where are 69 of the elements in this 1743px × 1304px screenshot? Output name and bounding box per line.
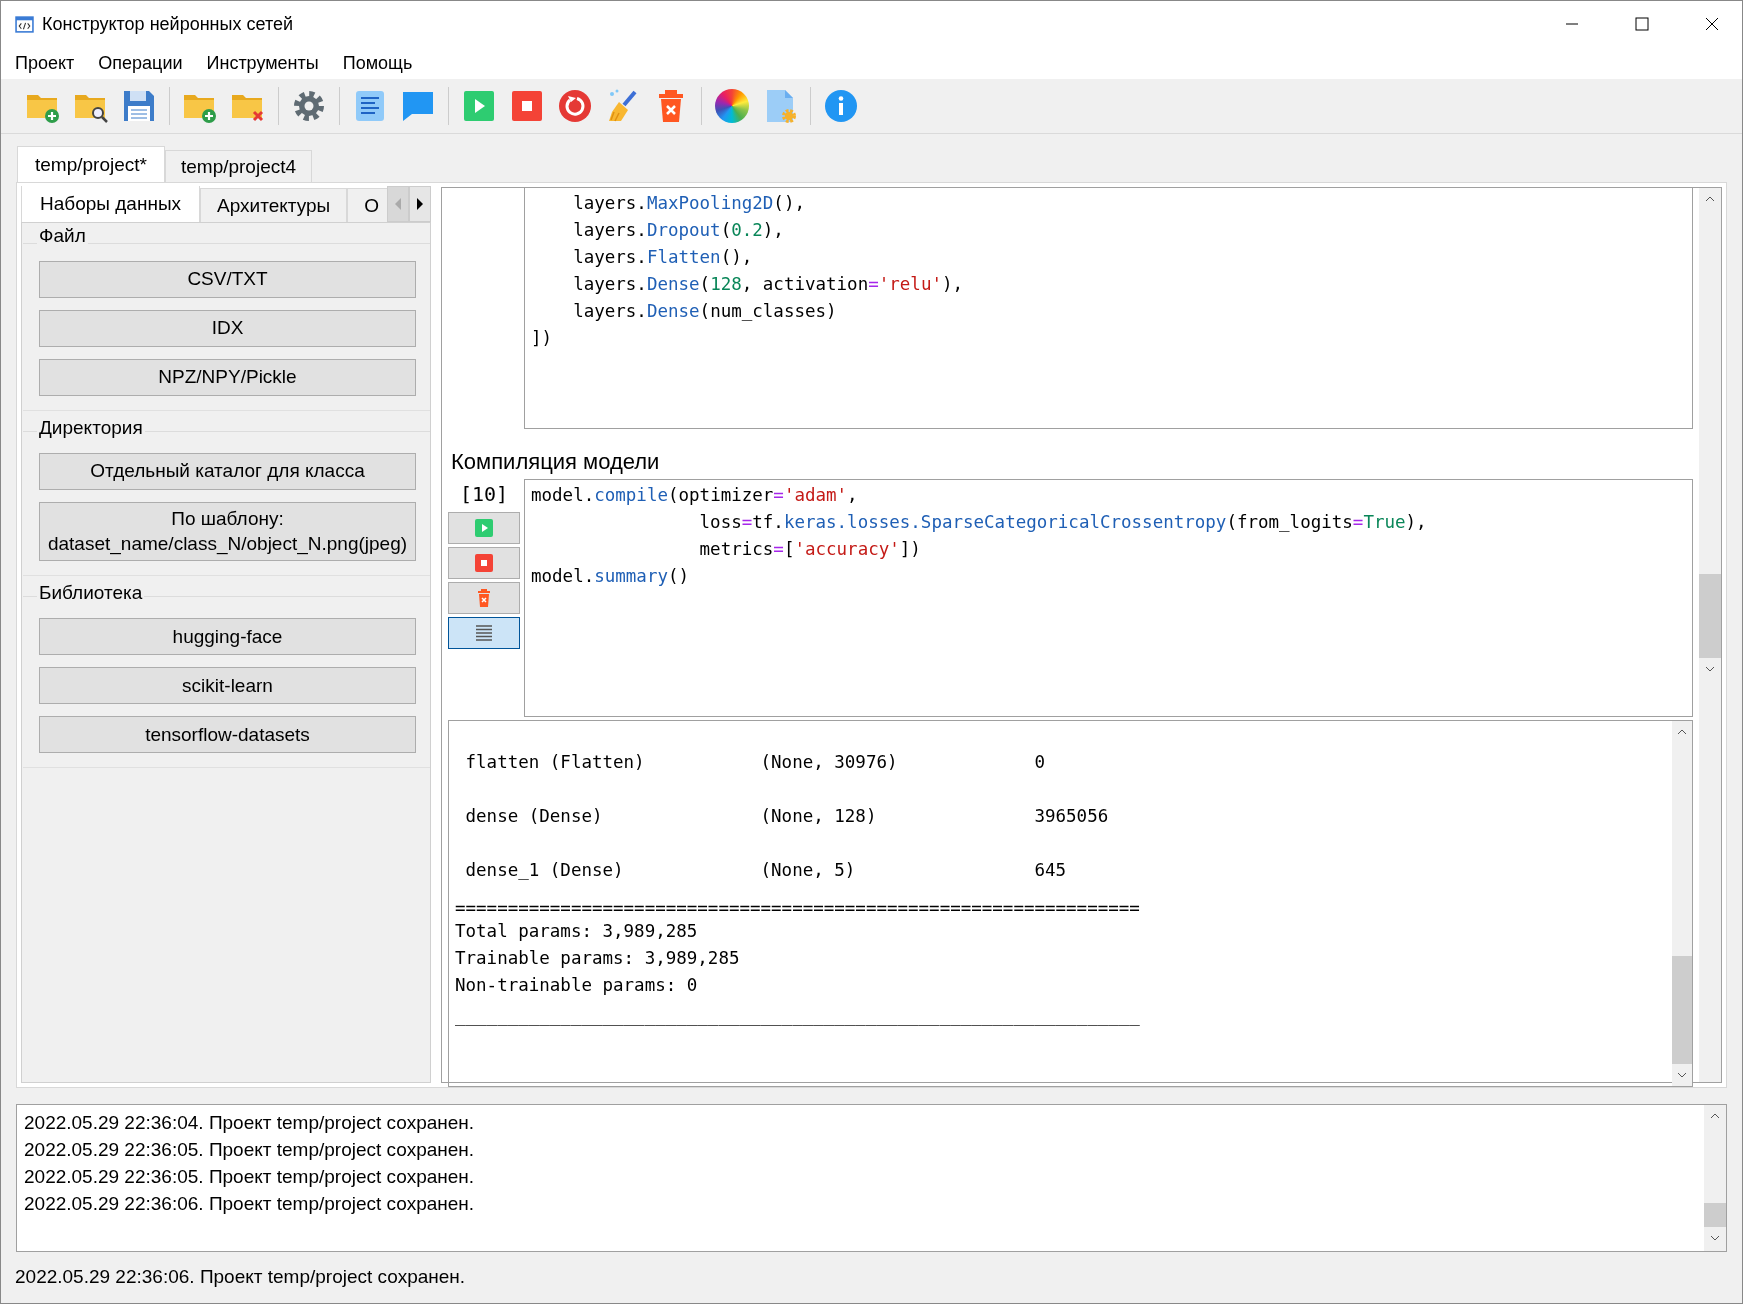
log-entry: 2022.05.29 22:36:04. Проект temp/project сохранен.: [24, 1111, 476, 1135]
sidebar-tab[interactable]: О: [347, 188, 387, 222]
color-wheel-icon: [715, 89, 749, 123]
summary-rule: _________________________________________________________________: [455, 1005, 1140, 1028]
summary-row-text: flatten (Flatten) (None, 30976) 0: [464, 751, 1045, 774]
log-entry: 2022.05.29 22:36:06. Проект temp/project сохранен.: [24, 1192, 476, 1216]
code-line: model.compile(optimizer='adam',: [531, 484, 858, 507]
summary-row-text: dense (Dense) (None, 128) 3965056: [464, 805, 1109, 828]
code-line: ]): [531, 327, 553, 350]
project-tab[interactable]: temp/project*: [17, 146, 165, 182]
code-line: layers.Flatten(),: [572, 246, 753, 269]
code-line: layers.MaxPooling2D(),: [572, 192, 805, 215]
settings-icon: [291, 88, 327, 124]
code-line: model.summary(): [531, 565, 690, 588]
window-title: Конструктор нейронных сетей: [42, 13, 293, 35]
group-title: Файл: [37, 225, 88, 247]
dataset-button[interactable]: hugging-face: [39, 618, 416, 656]
stop-cell-button[interactable]: [448, 547, 520, 579]
stop-icon: [509, 88, 545, 124]
lines-icon: [475, 624, 493, 642]
delete-cell-button[interactable]: [448, 582, 520, 614]
menu-item[interactable]: Помощь: [332, 49, 423, 77]
play-icon: [475, 519, 493, 537]
summary-total: Total params: 3,989,285: [455, 920, 698, 943]
scrollbar-thumb[interactable]: [1704, 1203, 1726, 1227]
scrollbar-thumb[interactable]: [1699, 574, 1721, 658]
summary-rule: =================================================================: [455, 898, 1140, 918]
scrollbar[interactable]: [1704, 1105, 1726, 1251]
trash-icon: [475, 589, 493, 607]
dataset-button[interactable]: tensorflow-datasets: [39, 716, 416, 754]
menu-item[interactable]: Операции: [88, 49, 193, 77]
summary-total: Trainable params: 3,989,285: [455, 947, 740, 970]
scrollbar[interactable]: [1672, 721, 1692, 1086]
app-icon: [15, 14, 34, 34]
run-cell-button[interactable]: [448, 512, 520, 544]
summary-total: Non-trainable params: 0: [455, 974, 698, 997]
sidebar-tab[interactable]: Наборы данных: [21, 186, 201, 222]
dataset-button[interactable]: Отдельный каталог для класса: [39, 453, 416, 490]
dataset-button[interactable]: scikit-learn: [39, 667, 416, 705]
menu-item[interactable]: Инструменты: [196, 49, 329, 77]
code-line: layers.Dropout(0.2),: [572, 219, 784, 242]
scrollbar-thumb[interactable]: [1672, 956, 1692, 1064]
output-toggle-button[interactable]: [448, 617, 520, 649]
sidebar-tab[interactable]: Архитектуры: [200, 188, 348, 222]
cell-heading: Компиляция модели: [450, 448, 661, 476]
code-line: layers.Dense(128, activation='relu'),: [572, 273, 964, 296]
maximize-icon[interactable]: [1634, 16, 1650, 32]
code-line: metrics=['accuracy']): [698, 538, 921, 561]
status-text: 2022.05.29 22:36:06. Проект temp/project сохранен.: [14, 1265, 467, 1288]
log-entry: 2022.05.29 22:36:05. Проект temp/project сохранен.: [24, 1165, 476, 1189]
stop-icon: [475, 554, 493, 572]
code-editor[interactable]: layers.MaxPooling2D(), layers.Dropout(0.2), layers.Flatten(), layers.Dense(128, activation='relu'), layers.Dense(num_classes) ]): [524, 188, 1693, 429]
code-line: layers.Dense(num_classes): [572, 300, 837, 323]
close-icon[interactable]: [1704, 16, 1720, 32]
code-line: loss=tf.keras.losses.SparseCategoricalCrossentropy(from_logits=True),: [698, 511, 1427, 534]
play-icon: [461, 88, 497, 124]
dataset-button[interactable]: По шаблону: dataset_name/class_N/object_N.png(jpeg): [39, 502, 416, 562]
menu-item[interactable]: Проект: [5, 49, 85, 77]
code-editor[interactable]: model.compile(optimizer='adam', loss=tf.keras.losses.SparseCategoricalCrossentropy(from_logits=True), metrics=['accuracy']) model.summary(): [524, 479, 1693, 717]
dataset-button[interactable]: CSV/TXT: [39, 261, 416, 298]
scroll-right-icon[interactable]: [409, 186, 431, 222]
dataset-button[interactable]: IDX: [39, 310, 416, 347]
info-icon: [823, 88, 859, 124]
log-entry: 2022.05.29 22:36:05. Проект temp/project сохранен.: [24, 1138, 476, 1162]
summary-row-text: dense_1 (Dense) (None, 5) 645: [464, 859, 1067, 882]
cell-number: [10]: [458, 481, 510, 508]
scrollbar[interactable]: [1699, 188, 1721, 1082]
dataset-button[interactable]: NPZ/NPY/Pickle: [39, 359, 416, 396]
project-tab[interactable]: temp/project4: [164, 150, 313, 182]
